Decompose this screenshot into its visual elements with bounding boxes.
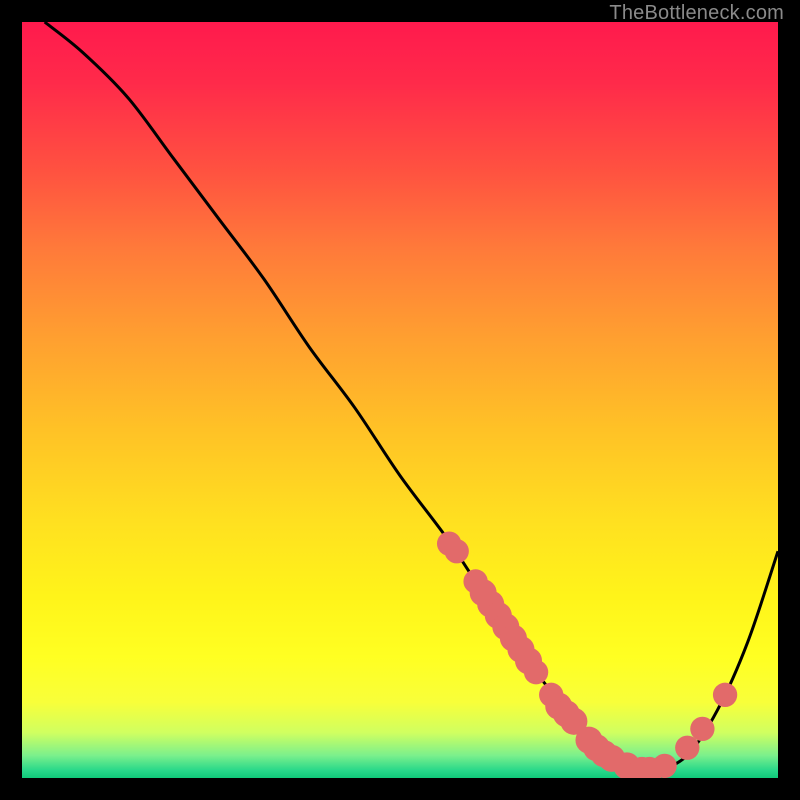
- data-marker: [524, 660, 548, 684]
- curve-line: [45, 22, 778, 772]
- data-marker: [445, 539, 469, 563]
- data-marker: [652, 754, 676, 778]
- chart-svg: [22, 22, 778, 778]
- data-marker: [690, 717, 714, 741]
- chart-plot-area: [22, 22, 778, 778]
- data-marker: [675, 736, 699, 760]
- data-marker: [713, 683, 737, 707]
- watermark-text: TheBottleneck.com: [609, 2, 784, 25]
